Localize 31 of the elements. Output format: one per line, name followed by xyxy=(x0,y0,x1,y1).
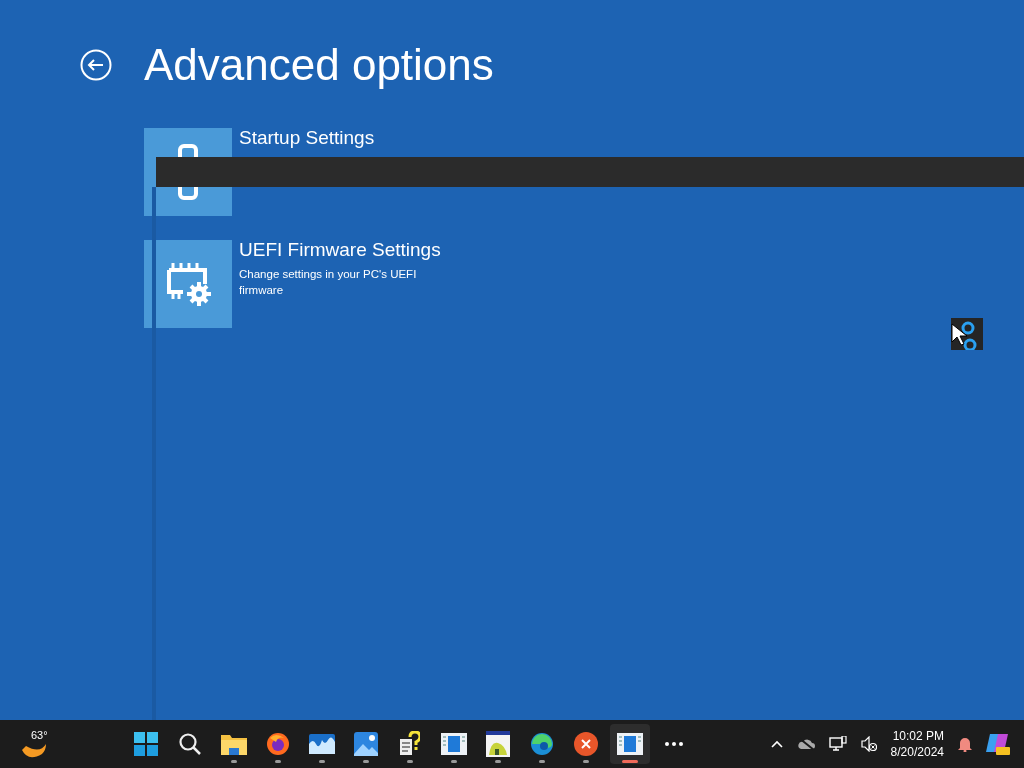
time: 10:02 PM xyxy=(892,728,944,744)
floating-icon xyxy=(951,318,983,350)
photos-icon[interactable] xyxy=(354,732,378,756)
close-circle-icon[interactable] xyxy=(574,732,598,756)
clock[interactable]: 10:02 PM 8/20/2024 xyxy=(890,728,944,760)
windows-logo-icon[interactable] xyxy=(134,732,158,756)
option-description: Change settings in your PC's UEFI firmware xyxy=(239,267,418,298)
chevron-up-icon[interactable] xyxy=(770,740,783,748)
speaker-muted-icon[interactable] xyxy=(860,736,877,752)
fox-browser-icon[interactable] xyxy=(266,732,290,756)
colorful-app-icon[interactable] xyxy=(986,732,1012,756)
more-icon[interactable] xyxy=(665,742,683,746)
cloud-off-icon[interactable] xyxy=(796,737,815,751)
edge-browser-icon[interactable] xyxy=(530,732,554,756)
option-title[interactable]: Startup Settings xyxy=(239,128,439,148)
page-title: Advanced options xyxy=(144,39,494,91)
folder-icon[interactable] xyxy=(221,733,247,755)
wave-app-icon[interactable] xyxy=(309,734,335,754)
help-document-icon[interactable] xyxy=(400,731,420,757)
back-icon[interactable] xyxy=(80,49,112,81)
date: 8/20/2024 xyxy=(890,744,944,760)
taskbar-app[interactable] xyxy=(610,724,650,764)
search-icon[interactable] xyxy=(178,732,202,756)
paint-app-icon[interactable] xyxy=(486,731,510,757)
network-icon[interactable] xyxy=(828,736,847,752)
option-tile[interactable] xyxy=(144,240,232,328)
window-app-icon[interactable] xyxy=(617,733,643,755)
window-app-icon[interactable] xyxy=(441,733,467,755)
option-title[interactable]: UEFI Firmware Settings xyxy=(239,240,439,260)
bell-icon[interactable] xyxy=(958,736,972,752)
temperature[interactable]: 63° xyxy=(31,727,48,744)
